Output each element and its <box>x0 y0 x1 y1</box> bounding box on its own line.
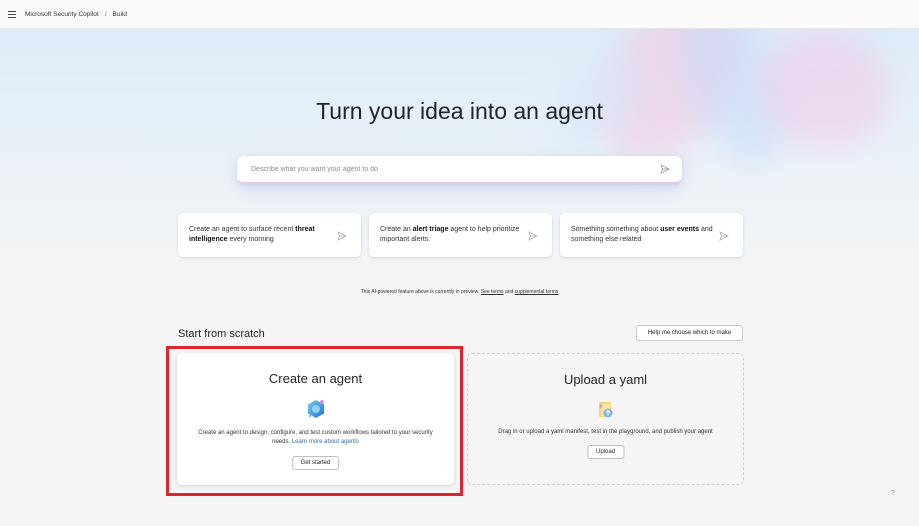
suggestion-text: every morning <box>227 236 274 243</box>
suggestion-card-user-events[interactable]: Something something about user events an… <box>560 213 743 257</box>
suggestion-text: Create an <box>380 226 413 233</box>
upload-yaml-card[interactable]: Upload a yaml Drag in or upload a yaml m… <box>467 353 744 485</box>
highlight-frame <box>166 346 463 496</box>
breadcrumb-current: Build <box>112 10 127 18</box>
suggestion-text: Something something about <box>571 226 661 233</box>
suggestion-card-alert-triage[interactable]: Create an alert triage agent to help pri… <box>369 213 552 257</box>
send-icon[interactable] <box>337 231 347 241</box>
help-choose-button[interactable]: Help me choose which to make <box>636 325 743 341</box>
card-description: Drag in or upload a yaml manifest, test … <box>498 429 713 435</box>
agent-prompt-box[interactable] <box>237 156 682 184</box>
upload-file-icon <box>598 402 612 418</box>
send-icon[interactable] <box>719 231 729 241</box>
preview-disclaimer: This AI-powered feature above is current… <box>0 289 919 295</box>
send-icon[interactable] <box>528 231 538 241</box>
top-bar: Microsoft Security Copilot / Build <box>0 0 919 29</box>
suggestion-bold: alert triage <box>412 226 449 233</box>
suggestion-text: Create an agent to surface recent <box>189 226 296 233</box>
breadcrumb-home[interactable]: Microsoft Security Copilot <box>25 11 99 18</box>
disclaimer-and: and <box>504 289 514 295</box>
suggestion-bold: user events <box>660 226 700 233</box>
hamburger-icon[interactable] <box>8 10 16 18</box>
send-icon[interactable] <box>660 164 670 174</box>
section-title: Start from scratch <box>178 328 265 340</box>
suggestion-card-threat-intel[interactable]: Create an agent to surface recent threat… <box>178 213 361 257</box>
page-title: Turn your idea into an agent <box>316 98 603 124</box>
help-icon[interactable]: ? <box>891 490 895 497</box>
card-title: Upload a yaml <box>563 372 648 387</box>
disclaimer-text: This AI-powered feature above is current… <box>360 289 480 295</box>
upload-button[interactable]: Upload <box>586 445 625 459</box>
agent-description-input[interactable] <box>249 164 660 174</box>
breadcrumb-separator: / <box>104 10 107 18</box>
supplemental-terms-link[interactable]: supplemental terms <box>515 289 559 295</box>
see-terms-link[interactable]: See terms <box>481 289 504 295</box>
